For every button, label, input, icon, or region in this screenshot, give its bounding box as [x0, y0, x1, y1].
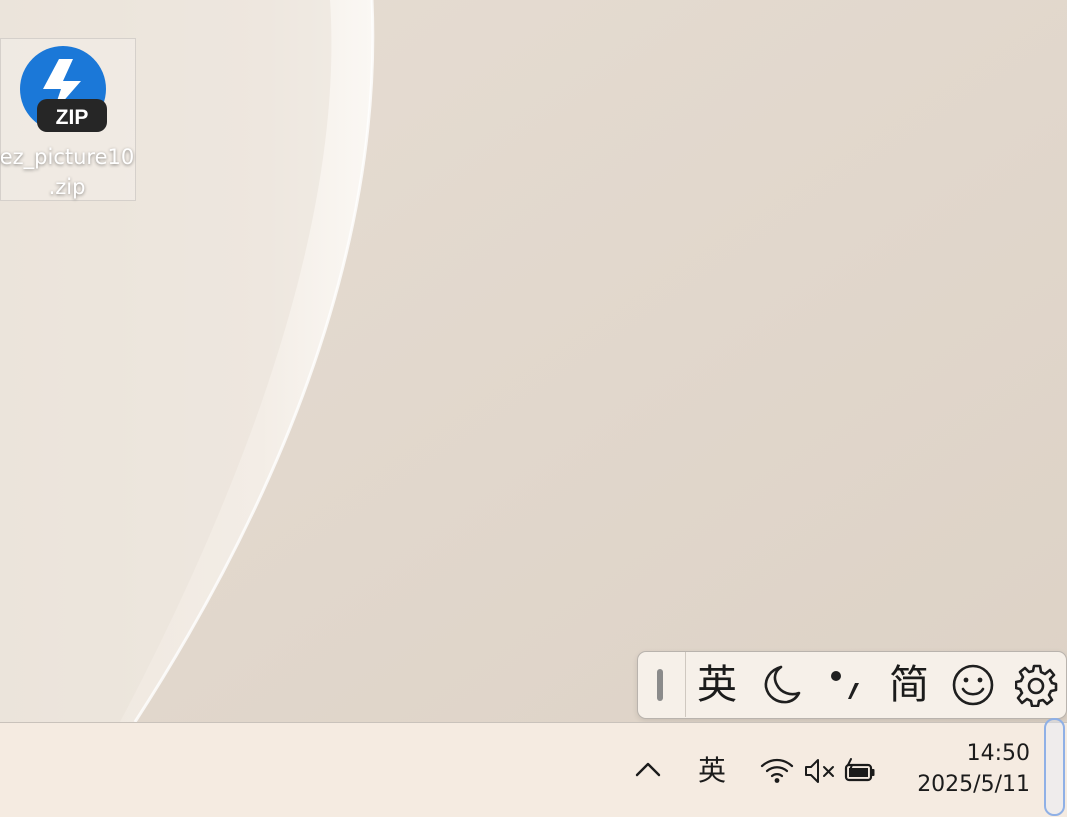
ime-fullwidth-button[interactable]: [751, 652, 813, 718]
moon-icon: [764, 665, 801, 704]
drag-handle-icon: [657, 669, 663, 701]
wallpaper: [0, 0, 1067, 722]
clock-time: 14:50: [966, 741, 1030, 766]
desktop[interactable]: ZIP ez_picture10 .zip 英 简: [0, 0, 1067, 722]
ime-charset-label: 简: [889, 662, 929, 708]
ime-settings-button[interactable]: [1006, 652, 1067, 718]
tray-quick-settings[interactable]: [756, 751, 880, 791]
desktop-icon-zip-file[interactable]: ZIP ez_picture10 .zip: [0, 38, 136, 201]
wifi-icon: [760, 758, 794, 783]
clock-date: 2025/5/11: [917, 772, 1030, 797]
ime-punctuation-button[interactable]: [814, 652, 876, 718]
punctuation-icon: [831, 671, 859, 699]
ime-mode-button[interactable]: 英: [686, 652, 748, 718]
taskbar-clock[interactable]: 14:50 2025/5/11: [900, 738, 1030, 800]
battery-charging-icon: [844, 758, 875, 782]
tray-overflow-button[interactable]: [628, 747, 668, 791]
zip-badge-text: ZIP: [56, 106, 89, 129]
show-desktop-button[interactable]: [1044, 718, 1065, 816]
volume-muted-icon: [805, 759, 834, 783]
desktop-icon-label: ez_picture10 .zip: [0, 145, 135, 199]
ime-charset-button[interactable]: 简: [878, 652, 940, 718]
ime-emoji-button[interactable]: [942, 652, 1004, 718]
tray-ime-label: 英: [697, 754, 726, 787]
chevron-up-icon: [635, 762, 661, 777]
gear-icon: [1015, 664, 1058, 707]
smiley-icon: [952, 664, 994, 706]
ime-mode-label: 英: [697, 662, 737, 708]
tray-ime-indicator[interactable]: 英: [690, 747, 734, 791]
zip-archive-icon: ZIP: [20, 46, 107, 132]
ime-drag-handle[interactable]: [638, 652, 686, 717]
taskbar: 英 14:50 2025/5/11: [0, 718, 1067, 817]
ime-toolbar: 英 简: [637, 651, 1067, 719]
